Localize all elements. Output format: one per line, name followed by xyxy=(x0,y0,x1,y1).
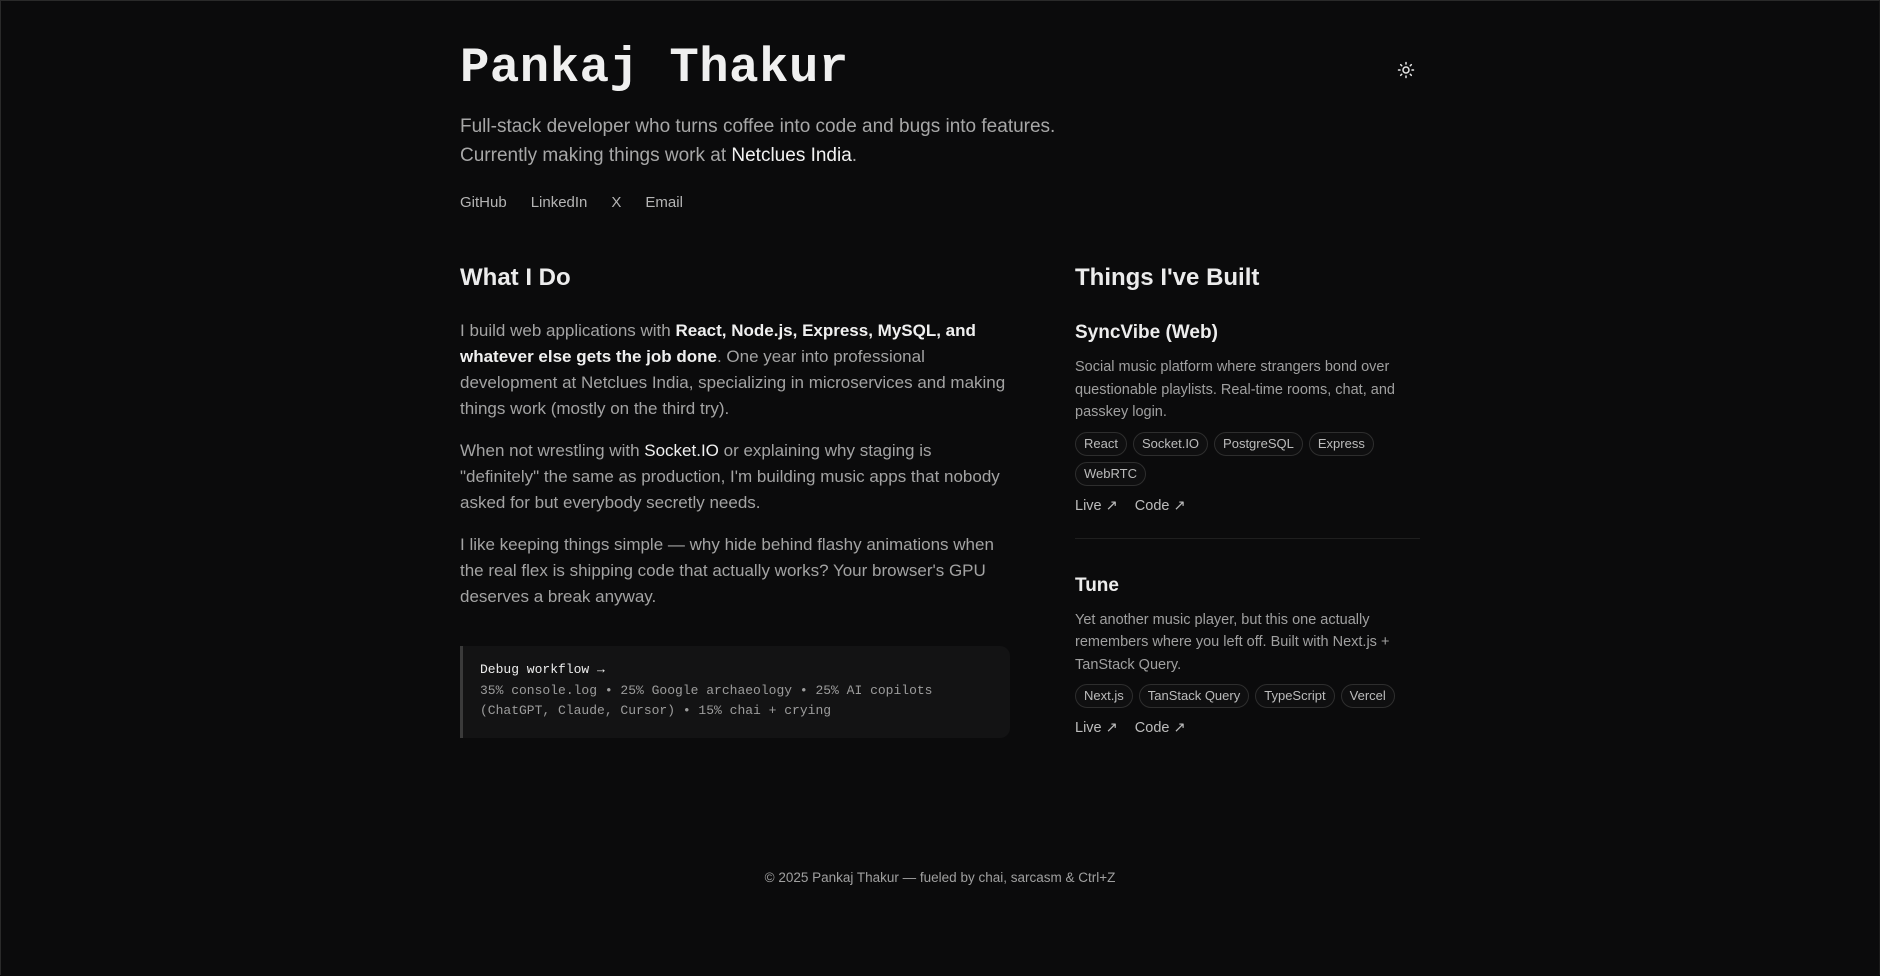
project-tags: React Socket.IO PostgreSQL Express WebRT… xyxy=(1075,431,1420,486)
intro-text: Full-stack developer who turns coffee in… xyxy=(460,112,1160,170)
tech-tag: React xyxy=(1075,431,1127,456)
live-link[interactable]: Live ↗ xyxy=(1075,720,1118,736)
about-section: What I Do I build web applications with … xyxy=(460,262,1010,738)
email-link[interactable]: Email xyxy=(645,194,683,211)
tech-tag: Next.js xyxy=(1075,684,1133,708)
project-name: Tune xyxy=(1075,574,1119,596)
tech-tag: TanStack Query xyxy=(1138,684,1250,708)
tech-tag: Express xyxy=(1308,431,1374,456)
intro-line-1: Full-stack developer who turns coffee in… xyxy=(460,116,1056,137)
footer-text: © 2025 Pankaj Thakur — fueled by chai, s… xyxy=(764,870,1116,885)
project-description: Social music platform where strangers bo… xyxy=(1075,359,1395,420)
github-link[interactable]: GitHub xyxy=(460,194,507,211)
project-name: SyncVibe (Web) xyxy=(1075,322,1218,343)
project-card: Tune Yet another music player, but this … xyxy=(1075,537,1420,736)
code-link[interactable]: Code ↗ xyxy=(1135,720,1186,736)
projects-heading: Things I've Built xyxy=(1075,264,1260,291)
about-p1-prefix: I build web applications with xyxy=(460,321,676,340)
about-paragraph-2: When not wrestling with Socket.IO or exp… xyxy=(460,438,1010,516)
tech-tag: TypeScript xyxy=(1255,684,1335,708)
debug-workflow-line-1: 35% console.log • 25% Google archaeology… xyxy=(480,682,933,698)
sun-icon xyxy=(1397,61,1415,79)
project-links: Live ↗ Code ↗ xyxy=(1075,720,1420,736)
about-p2-highlight: Socket.IO xyxy=(644,441,719,460)
tech-tag: Socket.IO xyxy=(1132,431,1209,456)
projects-section: Things I've Built SyncVibe (Web) Social … xyxy=(1075,262,1420,736)
project-links: Live ↗ Code ↗ xyxy=(1075,498,1420,514)
about-paragraph-3: I like keeping things simple — why hide … xyxy=(460,535,994,606)
live-link[interactable]: Live ↗ xyxy=(1075,498,1118,514)
tech-tag: WebRTC xyxy=(1075,461,1146,486)
tech-tag: PostgreSQL xyxy=(1214,431,1303,456)
debug-workflow-box: Debug workflow → 35% console.log • 25% G… xyxy=(460,646,1010,738)
theme-toggle-button[interactable] xyxy=(1394,58,1418,82)
about-heading: What I Do xyxy=(460,264,571,291)
linkedin-link[interactable]: LinkedIn xyxy=(531,194,588,211)
x-link[interactable]: X xyxy=(611,194,621,211)
project-tags: Next.js TanStack Query TypeScript Vercel xyxy=(1075,684,1420,708)
about-paragraph-1: I build web applications with React, Nod… xyxy=(460,318,1010,422)
intro-line-2-prefix: Currently making things work at xyxy=(460,145,732,166)
debug-workflow-line-2: (ChatGPT, Claude, Cursor) • 15% chai + c… xyxy=(480,703,832,718)
about-p2-prefix: When not wrestling with xyxy=(460,441,645,460)
company-name: Netclues India xyxy=(731,145,852,166)
page-title: Pankaj Thakur xyxy=(460,40,849,96)
intro-line-2-suffix: . xyxy=(851,145,858,166)
debug-workflow-title: Debug workflow → xyxy=(480,662,605,677)
code-link[interactable]: Code ↗ xyxy=(1135,498,1186,514)
tech-tag: Vercel xyxy=(1340,684,1395,708)
project-card: SyncVibe (Web) Social music platform whe… xyxy=(1075,320,1420,514)
project-description: Yet another music player, but this one a… xyxy=(1075,611,1390,673)
social-links: GitHub LinkedIn X Email xyxy=(460,194,683,211)
